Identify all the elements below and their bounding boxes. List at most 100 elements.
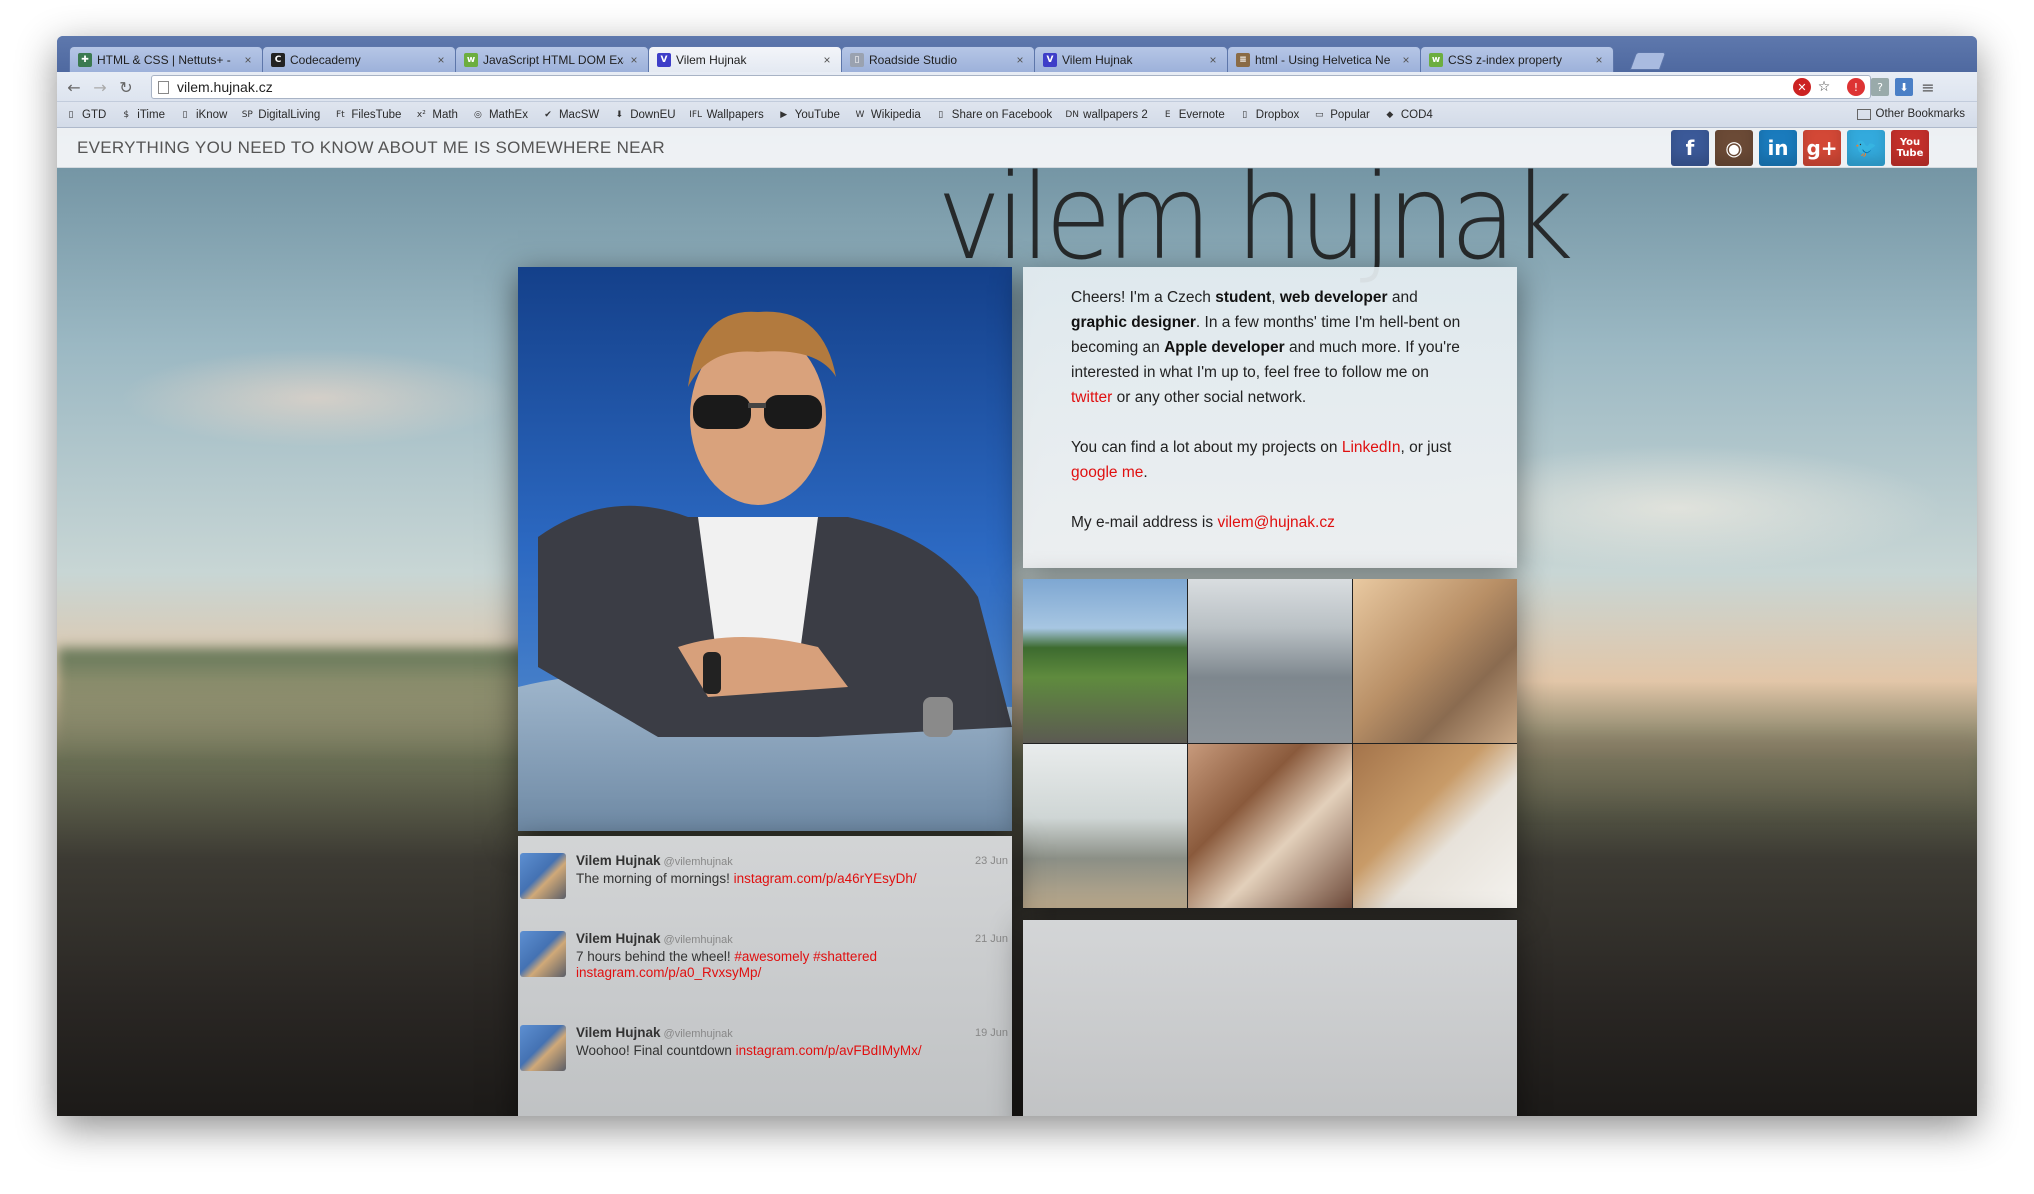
tab-close-icon[interactable]: × (1400, 53, 1412, 67)
browser-tab[interactable]: ▯ Roadside Studio × (841, 46, 1035, 72)
googleplus-icon[interactable]: g+ (1803, 130, 1841, 166)
bookmark-item[interactable]: ▯ GTD (65, 109, 107, 121)
browser-tab[interactable]: ≡ html - Using Helvetica Ne × (1227, 46, 1421, 72)
tab-close-icon[interactable]: × (628, 53, 640, 67)
instagram-icon[interactable]: ◉ (1715, 130, 1753, 166)
tab-close-icon[interactable]: × (821, 53, 833, 67)
tweet-date[interactable]: 19 Jun (975, 1027, 1008, 1039)
other-bookmarks-label: Other Bookmarks (1875, 108, 1965, 120)
menu-icon[interactable]: ≡ (1919, 78, 1937, 97)
bookmark-icon: $ (123, 109, 130, 120)
tab-close-icon[interactable]: × (1593, 53, 1605, 67)
bookmark-item[interactable]: ◆ COD4 (1384, 108, 1433, 121)
tab-title: html - Using Helvetica Ne (1255, 52, 1391, 67)
bookmark-label: Evernote (1178, 108, 1225, 121)
bookmark-icon: ▯ (182, 109, 188, 120)
instagram-thumb[interactable] (1353, 744, 1517, 908)
tab-close-icon[interactable]: × (435, 53, 447, 67)
bookmark-item[interactable]: W Wikipedia (854, 109, 920, 121)
extension-icon-2[interactable]: ? (1871, 78, 1889, 96)
reload-icon[interactable]: ↻ (115, 76, 137, 98)
bookmark-item[interactable]: ⬇ DownEU (613, 109, 675, 121)
bookmark-item[interactable]: SP DigitalLiving (241, 109, 321, 121)
tweet-link[interactable]: instagram.com/p/a46rYEsyDh/ (734, 871, 917, 886)
bookmark-item[interactable]: ✔ MacSW (542, 109, 599, 121)
bio-text: and (1387, 289, 1418, 306)
tweet-date[interactable]: 21 Jun (975, 933, 1008, 945)
tweet-hashtags[interactable]: #awesomely #shattered (734, 949, 877, 964)
browser-tab[interactable]: ✚ HTML & CSS | Nettuts+ - × (69, 46, 263, 72)
bookmark-item[interactable]: ▯ Dropbox (1239, 109, 1299, 121)
instagram-thumb[interactable] (1188, 744, 1352, 908)
tab-favicon-icon: ≡ (1236, 52, 1250, 67)
tab-close-icon[interactable]: × (1207, 53, 1219, 67)
instagram-thumb[interactable] (1023, 579, 1187, 743)
bio-text: Cheers! I'm a Czech (1071, 289, 1216, 306)
bookmark-item[interactable]: ▭ Popular (1313, 109, 1370, 121)
bookmark-item[interactable]: $ iTime (120, 109, 165, 121)
browser-tab[interactable]: V Vilem Hujnak × (1034, 46, 1228, 72)
folder-icon (1856, 108, 1871, 120)
avatar[interactable] (520, 853, 566, 899)
bookmarks-list: ▯ GTD $ iTime ▯ iKnow SP DigitalLiving Ft FilesTu… (65, 109, 1447, 121)
bio-text: You can find a lot about my projects on (1071, 439, 1342, 456)
tweet-handle[interactable]: @vilemhujnak (664, 1028, 733, 1040)
bg-horizon (1507, 738, 1977, 818)
bookmark-item[interactable]: x² Math (415, 109, 458, 121)
tweet-link[interactable]: instagram.com/p/avFBdIMyMx/ (736, 1043, 922, 1058)
browser-tab[interactable]: w JavaScript HTML DOM Exa × (455, 46, 649, 72)
star-icon[interactable]: ☆ (1815, 78, 1833, 96)
bio-link[interactable]: google me (1071, 464, 1143, 481)
bookmark-item[interactable]: IFL Wallpapers (689, 109, 764, 121)
youtube-icon[interactable]: You Tube (1891, 130, 1929, 166)
page-content: EVERYTHING YOU NEED TO KNOW ABOUT ME IS … (57, 128, 1977, 1116)
bookmark-icon: ⬇ (615, 109, 623, 120)
bookmark-item[interactable]: Ft FilesTube (334, 109, 401, 121)
tweet-author[interactable]: Vilem Hujnak @vilemhujnak (576, 1025, 733, 1040)
bookmark-icon: ◆ (1386, 109, 1394, 120)
browser-tab[interactable]: V Vilem Hujnak × (648, 46, 842, 72)
bio-link[interactable]: LinkedIn (1342, 439, 1401, 456)
download-icon[interactable]: ⬇ (1895, 78, 1913, 96)
tweet-link[interactable]: instagram.com/p/a0_RvxsyMp/ (576, 965, 761, 980)
bookmark-item[interactable]: ▯ iKnow (179, 109, 227, 121)
avatar[interactable] (520, 931, 566, 977)
bg-hill (57, 648, 577, 768)
extension-icon[interactable]: ! (1847, 78, 1865, 96)
bookmark-item[interactable]: E Evernote (1162, 109, 1225, 121)
tab-close-icon[interactable]: × (242, 53, 254, 67)
bookmark-item[interactable]: DN wallpapers 2 (1065, 109, 1147, 121)
instagram-thumb[interactable] (1188, 579, 1352, 743)
tagline: EVERYTHING YOU NEED TO KNOW ABOUT ME IS … (77, 138, 666, 157)
tweet-handle[interactable]: @vilemhujnak (664, 856, 733, 868)
other-bookmarks[interactable]: Other Bookmarks (1856, 108, 1965, 120)
twitter-icon[interactable]: 🐦 (1847, 130, 1885, 166)
avatar[interactable] (520, 1025, 566, 1071)
tweet-author[interactable]: Vilem Hujnak @vilemhujnak (576, 853, 733, 868)
bookmark-item[interactable]: ◎ MathEx (472, 109, 528, 121)
browser-tab[interactable]: C Codecademy × (262, 46, 456, 72)
tab-close-icon[interactable]: × (1014, 53, 1026, 67)
browser-tab[interactable]: w CSS z-index property × (1420, 46, 1614, 72)
bookmark-item[interactable]: ▶ YouTube (778, 109, 840, 121)
bookmark-label: iTime (137, 108, 165, 121)
bio-link[interactable]: twitter (1071, 389, 1112, 406)
tweet-handle[interactable]: @vilemhujnak (664, 934, 733, 946)
bookmark-icon: W (855, 109, 865, 120)
tab-title: Roadside Studio (869, 52, 958, 67)
instagram-thumb[interactable] (1353, 579, 1517, 743)
tweet-author[interactable]: Vilem Hujnak @vilemhujnak (576, 931, 733, 946)
forward-icon[interactable]: → (89, 76, 111, 98)
address-bar[interactable]: vilem.hujnak.cz (151, 75, 1871, 99)
facebook-icon[interactable]: f (1671, 130, 1709, 166)
adblock-icon[interactable]: ✕ (1793, 78, 1811, 96)
instagram-thumb[interactable] (1023, 744, 1187, 908)
new-tab-button[interactable] (1629, 52, 1667, 70)
bookmark-item[interactable]: ▯ Share on Facebook (935, 109, 1052, 121)
bookmark-label: COD4 (1400, 108, 1433, 121)
tweet-date[interactable]: 23 Jun (975, 855, 1008, 867)
back-icon[interactable]: ← (63, 76, 85, 98)
bio-link[interactable]: vilem@hujnak.cz (1217, 514, 1334, 531)
tab-strip: ✚ HTML & CSS | Nettuts+ - × C Codecademy × w J… (57, 36, 1977, 72)
linkedin-icon[interactable]: in (1759, 130, 1797, 166)
